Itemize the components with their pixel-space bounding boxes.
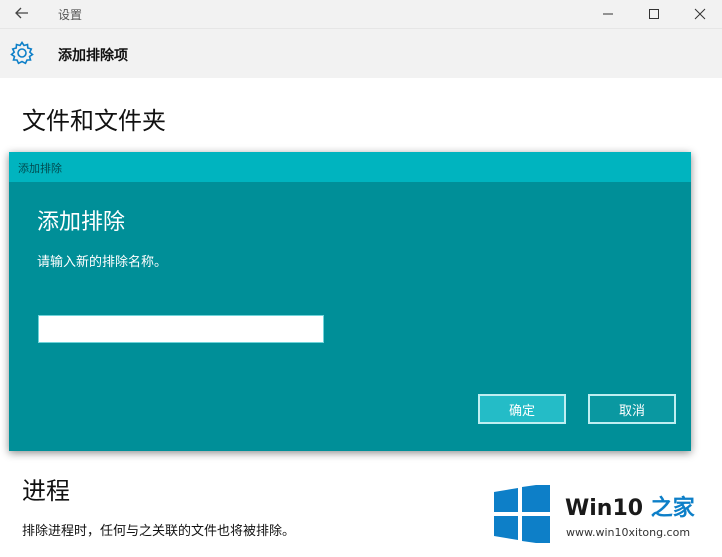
watermark-brand-main: Win10: [565, 496, 644, 521]
add-exclusion-dialog: 添加排除 添加排除 请输入新的排除名称。 确定 取消: [9, 152, 691, 451]
windows-logo-icon: [492, 483, 552, 545]
dialog-caption-title: 添加排除: [18, 162, 62, 175]
watermark-url: www.win10xitong.com: [566, 526, 691, 539]
dialog-caption-bar: [9, 152, 691, 182]
page-title: 添加排除项: [58, 48, 128, 64]
close-icon[interactable]: [690, 4, 710, 24]
window-title: 设置: [58, 8, 83, 22]
ok-button[interactable]: 确定: [478, 394, 566, 424]
exclusion-name-input[interactable]: [38, 315, 324, 343]
section-title-files-folders: 文件和文件夹: [22, 107, 166, 135]
process-description: 排除进程时，任何与之关联的文件也将被排除。: [22, 524, 296, 539]
section-title-process: 进程: [22, 477, 70, 505]
cancel-button[interactable]: 取消: [588, 394, 676, 424]
back-arrow-icon[interactable]: [14, 5, 30, 21]
dialog-prompt: 请输入新的排除名称。: [37, 255, 168, 270]
watermark-brand-accent: 之家: [650, 496, 695, 521]
gear-icon: [9, 40, 35, 66]
minimize-icon[interactable]: [598, 4, 618, 24]
maximize-icon[interactable]: [644, 4, 664, 24]
watermark-brand: Win10 之家: [565, 490, 695, 522]
dialog-heading: 添加排除: [37, 210, 126, 235]
